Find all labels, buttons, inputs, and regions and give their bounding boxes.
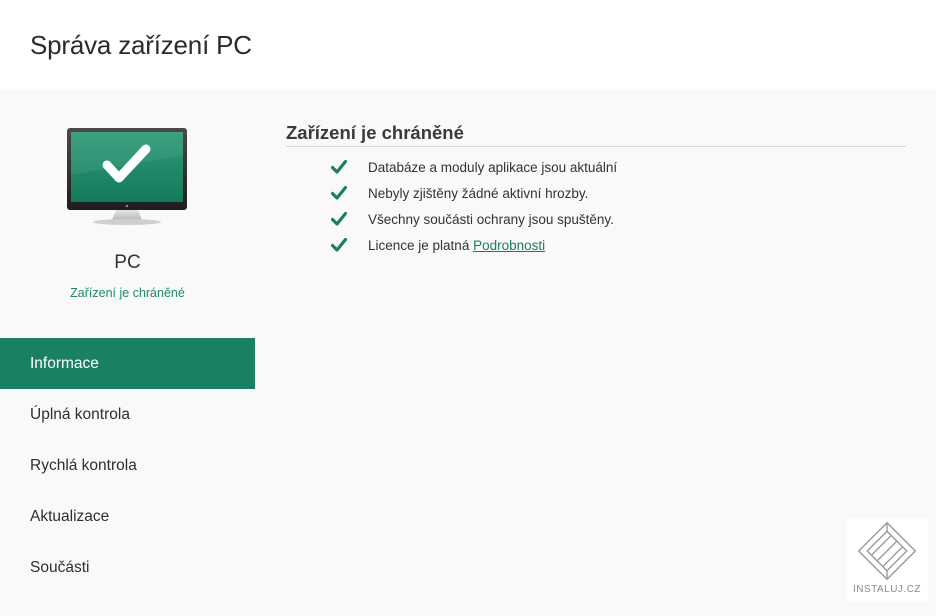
sidebar-nav: Informace Úplná kontrola Rychlá kontrola… — [0, 338, 255, 593]
status-item: Databáze a moduly aplikace jsou aktuální — [286, 155, 906, 181]
status-item: Nebyly zjištěny žádné aktivní hrozby. — [286, 181, 906, 207]
watermark-logo-icon — [857, 521, 917, 581]
nav-item-uplna-kontrola[interactable]: Úplná kontrola — [0, 389, 255, 440]
status-item: Licence je platná Podrobnosti — [286, 233, 906, 259]
page-title: Správa zařízení PC — [30, 30, 252, 60]
watermark: INSTALUJ.CZ — [846, 518, 928, 602]
status-text: Nebyly zjištěny žádné aktivní hrozby. — [368, 186, 589, 201]
status-item: Všechny součásti ochrany jsou spuštěny. — [286, 207, 906, 233]
device-status: Zařízení je chráněné — [70, 286, 185, 300]
watermark-text: INSTALUJ.CZ — [852, 584, 922, 595]
status-list: Databáze a moduly aplikace jsou aktuální… — [286, 155, 906, 259]
device-panel: PC Zařízení je chráněné — [0, 95, 255, 325]
check-icon — [331, 238, 347, 252]
status-text: Databáze a moduly aplikace jsou aktuální — [368, 160, 618, 175]
nav-item-rychla-kontrola[interactable]: Rychlá kontrola — [0, 440, 255, 491]
app-window: Správa zařízení PC PC Zařízení je chráně… — [0, 0, 936, 616]
nav-item-aktualizace[interactable]: Aktualizace — [0, 491, 255, 542]
check-icon — [331, 212, 347, 226]
nav-item-soucasti[interactable]: Součásti — [0, 542, 255, 593]
status-text: Licence je platná — [368, 238, 470, 253]
check-icon — [331, 160, 347, 174]
check-icon — [331, 186, 347, 200]
monitor-check-icon — [67, 128, 187, 225]
device-name: PC — [114, 252, 141, 273]
section-title: Zařízení je chráněné — [286, 122, 906, 147]
details-link[interactable]: Podrobnosti — [473, 238, 545, 253]
header: Správa zařízení PC — [0, 0, 936, 90]
status-text: Všechny součásti ochrany jsou spuštěny. — [368, 212, 614, 227]
main-content: Zařízení je chráněné Databáze a moduly a… — [286, 122, 906, 259]
nav-item-informace[interactable]: Informace — [0, 338, 255, 389]
